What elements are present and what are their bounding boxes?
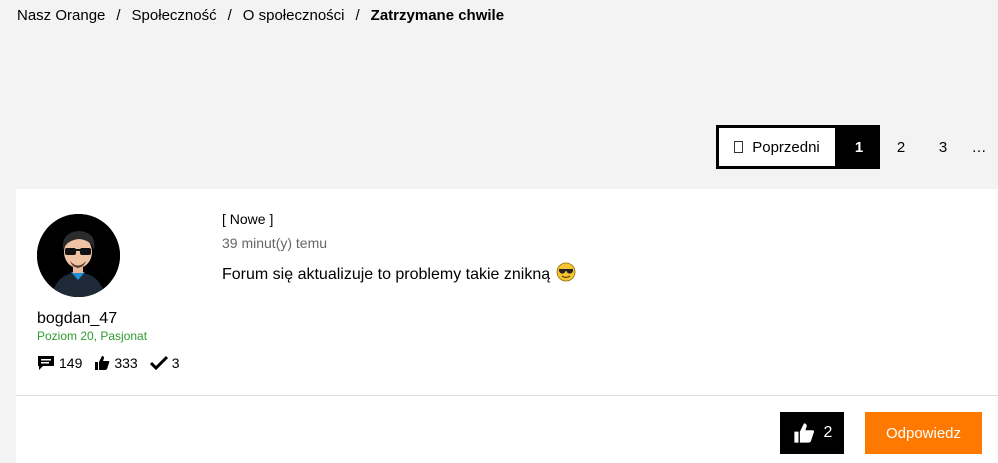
author-username[interactable]: bogdan_47 — [37, 310, 117, 328]
post-footer-divider — [16, 395, 998, 396]
pagination-ellipsis: … — [971, 138, 987, 156]
like-button[interactable]: 2 — [780, 412, 844, 454]
page-button-3[interactable]: 3 — [922, 125, 964, 169]
post-message: Forum się aktualizuje to problemy takie … — [222, 265, 551, 283]
likes-stat: 333 — [94, 355, 138, 371]
page-button-1[interactable]: 1 — [838, 125, 880, 169]
previous-page-label: Poprzedni — [752, 138, 820, 156]
post-body: Forum się aktualizuje to problemy takie … — [222, 262, 576, 287]
author-stats: 149 333 3 — [37, 355, 192, 371]
solutions-count: 3 — [171, 355, 180, 371]
page-button-2[interactable]: 2 — [880, 125, 922, 169]
breadcrumb-link-o-spolecznosci[interactable]: O społeczności — [243, 7, 345, 24]
reply-button[interactable]: Odpowiedz — [865, 412, 982, 454]
post-timestamp: 39 minut(y) temu — [222, 235, 328, 251]
author-rank: Poziom 20, Pasjonat — [37, 329, 148, 343]
breadcrumb: Nasz Orange / Społeczność / O społecznoś… — [17, 6, 504, 24]
breadcrumb-separator: / — [355, 6, 360, 24]
avatar[interactable] — [37, 214, 120, 297]
previous-arrow-icon — [734, 141, 744, 153]
posts-stat: 149 — [37, 355, 82, 371]
pagination: Poprzedni 1 2 3 … — [716, 125, 994, 169]
posts-count: 149 — [59, 355, 83, 371]
breadcrumb-separator: / — [227, 6, 232, 24]
speech-bubble-icon — [38, 356, 54, 370]
checkmark-icon — [149, 355, 168, 371]
forum-post: bogdan_47 Poziom 20, Pasjonat 149 333 3 … — [16, 189, 998, 463]
solutions-stat: 3 — [149, 355, 180, 371]
likes-count: 333 — [114, 355, 138, 371]
breadcrumb-link-nasz-orange[interactable]: Nasz Orange — [17, 7, 105, 24]
avatar-illustration — [37, 214, 120, 297]
breadcrumb-current: Zatrzymane chwile — [370, 6, 505, 24]
thumbs-up-icon — [793, 423, 814, 443]
thumbs-up-icon — [95, 356, 110, 370]
previous-page-button[interactable]: Poprzedni — [716, 125, 838, 169]
smiling-face-with-sunglasses-icon — [556, 262, 576, 287]
breadcrumb-link-spolecznosc[interactable]: Społeczność — [132, 7, 217, 24]
new-badge: [ Nowe ] — [222, 211, 274, 227]
breadcrumb-separator: / — [116, 6, 121, 24]
like-count: 2 — [823, 424, 833, 441]
